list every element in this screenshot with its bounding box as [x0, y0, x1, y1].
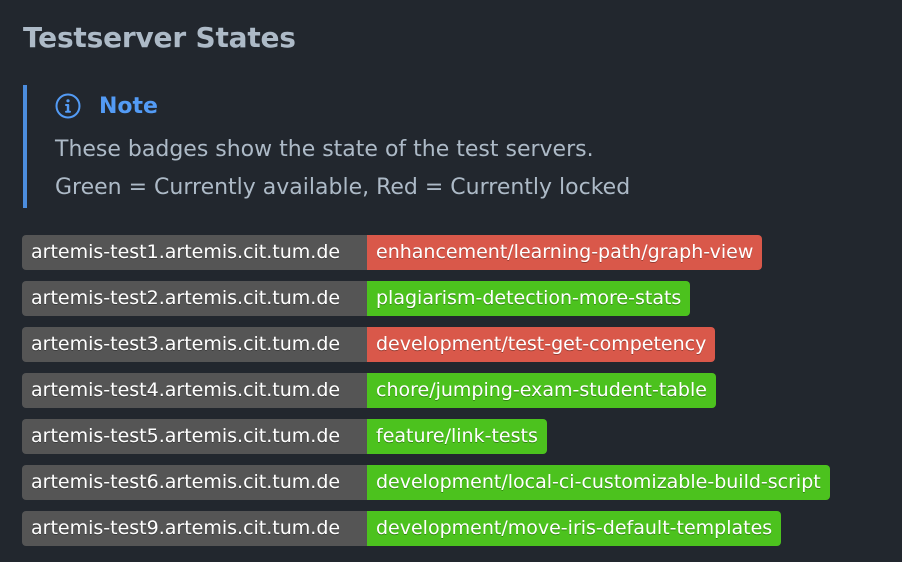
server-name-label: artemis-test6.artemis.cit.tum.de: [22, 465, 367, 500]
branch-state-label: chore/jumping-exam-student-table: [367, 373, 716, 408]
note-title-text: Note: [99, 93, 158, 119]
server-name-label: artemis-test5.artemis.cit.tum.de: [22, 419, 367, 454]
server-name-label: artemis-test1.artemis.cit.tum.de: [22, 235, 367, 270]
page-title: Testserver States: [23, 21, 296, 54]
note-line: Green = Currently available, Red = Curre…: [55, 175, 631, 200]
server-status-badge[interactable]: artemis-test5.artemis.cit.tum.de feature/…: [22, 419, 547, 454]
info-icon: [55, 93, 81, 119]
branch-state-label: development/local-ci-customizable-build-…: [367, 465, 830, 500]
note-callout: Note These badges show the state of the …: [23, 85, 643, 208]
branch-state-label: development/test-get-competency: [367, 327, 716, 362]
branch-state-label: development/move-iris-default-templates: [367, 511, 782, 546]
page: Testserver States Note These badges show…: [0, 0, 902, 562]
note-title: Note: [55, 89, 158, 123]
server-name-label: artemis-test2.artemis.cit.tum.de: [22, 281, 367, 316]
server-status-badge[interactable]: artemis-test1.artemis.cit.tum.de enhancem…: [22, 235, 763, 270]
server-status-badge[interactable]: artemis-test4.artemis.cit.tum.de chore/ju…: [22, 373, 716, 408]
server-name-label: artemis-test9.artemis.cit.tum.de: [22, 511, 367, 546]
server-status-badge[interactable]: artemis-test9.artemis.cit.tum.de developm…: [22, 511, 782, 546]
server-status-badge[interactable]: artemis-test2.artemis.cit.tum.de plagiari…: [22, 281, 691, 316]
branch-state-label: feature/link-tests: [367, 419, 547, 454]
branch-state-label: plagiarism-detection-more-stats: [367, 281, 691, 316]
note-line: These badges show the state of the test …: [55, 137, 594, 162]
server-name-label: artemis-test4.artemis.cit.tum.de: [22, 373, 367, 408]
server-name-label: artemis-test3.artemis.cit.tum.de: [22, 327, 367, 362]
branch-state-label: enhancement/learning-path/graph-view: [367, 235, 763, 270]
server-status-badge[interactable]: artemis-test3.artemis.cit.tum.de developm…: [22, 327, 716, 362]
server-status-badge[interactable]: artemis-test6.artemis.cit.tum.de developm…: [22, 465, 830, 500]
